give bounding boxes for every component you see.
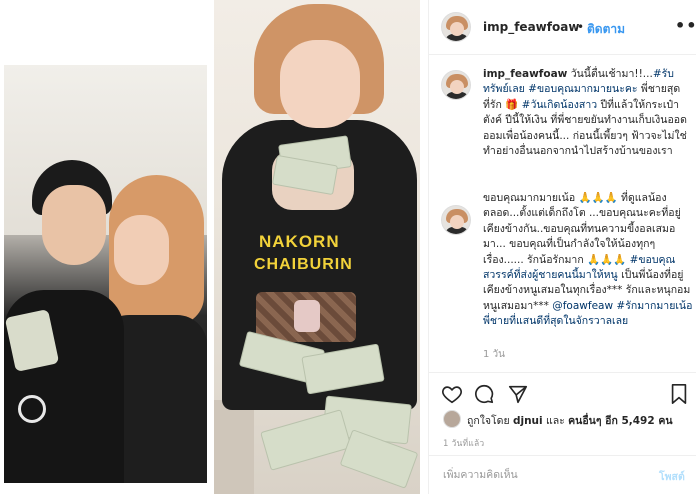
follow-button[interactable]: ติดตาม (587, 20, 625, 39)
post-comment-button[interactable]: โพสต์ (659, 468, 685, 485)
post-timestamp[interactable]: 1 วันที่แล้ว (443, 436, 484, 450)
post-caption: imp_feawfoaw วันนี้ตื่นเช้ามา!!...#รับทร… (483, 68, 687, 158)
share-icon[interactable] (507, 383, 529, 405)
hashtag-link[interactable]: #วันเกิดน้องสาว (522, 99, 597, 111)
shirt-text-1: NAKORN (259, 232, 340, 251)
shirt-text-2: CHAIBURIN (254, 256, 353, 273)
post-side-panel: imp_feawfoaw • ติดตาม ••• imp_feawfoaw ว… (428, 0, 696, 494)
post-photo[interactable]: NAKORN CHAIBURIN (0, 0, 428, 494)
heart-icon[interactable] (441, 383, 463, 405)
comment-form: โพสต์ (429, 455, 696, 494)
hashtag-link[interactable]: #ขอบคุณมากมายนะคะ (528, 83, 637, 95)
caption-continuation: ขอบคุณมากมายเน้อ 🙏🙏🙏 ที่ดูแลน้องตลอด...ต… (483, 192, 693, 328)
photo-woman-with-money: NAKORN CHAIBURIN (214, 0, 420, 494)
liker-avatar[interactable] (443, 410, 461, 428)
separator-dot: • (577, 20, 585, 34)
action-bar (429, 372, 696, 412)
more-icon[interactable]: ••• (675, 16, 696, 35)
instagram-post: NAKORN CHAIBURIN imp_feawfoaw • ติดตาม •… (0, 0, 696, 494)
avatar[interactable] (441, 12, 471, 42)
likes-summary: ถูกใจโดย djnui และ คนอื่นๆ อีก 5,492 คน (429, 408, 696, 430)
photo-siblings-hug (4, 65, 207, 483)
liker-link[interactable]: djnui (513, 415, 543, 427)
caption-avatar[interactable] (441, 70, 471, 100)
mention-link[interactable]: @foawfeaw (552, 300, 613, 312)
likes-count-link[interactable]: คนอื่นๆ อีก 5,492 คน (568, 415, 672, 427)
comment-time[interactable]: 1 วัน (483, 347, 505, 362)
reply-avatar[interactable] (441, 205, 471, 235)
username-link[interactable]: imp_feawfoaw (483, 20, 579, 34)
post-header: imp_feawfoaw • ติดตาม ••• (429, 0, 696, 55)
comment-input[interactable] (443, 466, 643, 484)
bookmark-icon[interactable] (669, 383, 689, 405)
shirt-logo (18, 395, 46, 423)
comment-icon[interactable] (473, 383, 495, 405)
caption-username[interactable]: imp_feawfoaw (483, 68, 567, 80)
